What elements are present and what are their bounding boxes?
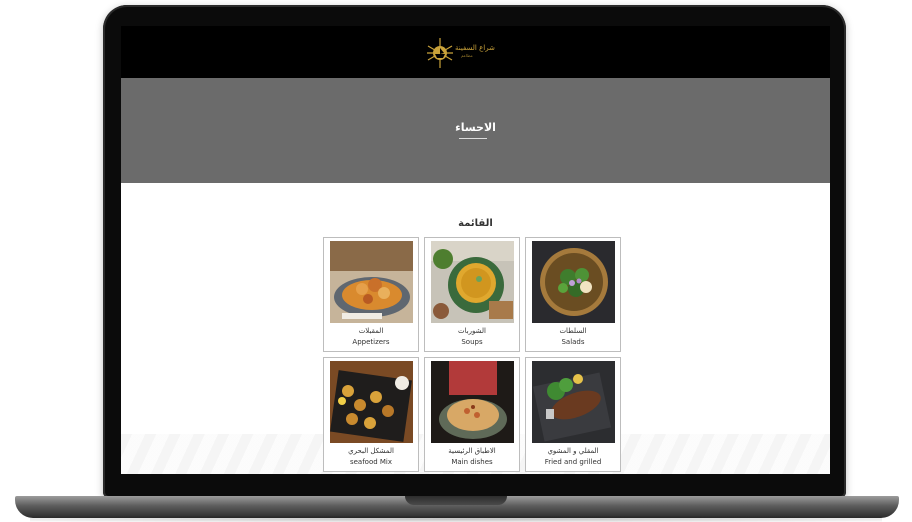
- menu-card-fried-grilled[interactable]: المقلي و المشوي Fried and grilled: [525, 357, 621, 472]
- card-label-en: Soups: [461, 338, 483, 346]
- card-label-ar: المقبلات: [358, 327, 384, 335]
- title-underline: [459, 138, 487, 139]
- card-label-ar: المشكل البحري: [348, 447, 394, 455]
- appetizers-photo: [330, 241, 413, 323]
- menu-card-seafood-mix[interactable]: المشكل البحري seafood Mix: [323, 357, 419, 472]
- card-label-ar: السلطات: [559, 327, 587, 335]
- soup-photo: [431, 241, 514, 323]
- hero-banner: الاحساء: [121, 78, 830, 183]
- site-logo[interactable]: شراع السفينة مطاعم: [425, 36, 525, 70]
- menu-card-salads[interactable]: السلطات Salads: [525, 237, 621, 352]
- menu-heading: القائمة: [458, 218, 493, 229]
- site-header: شراع السفينة مطاعم: [121, 26, 830, 78]
- page-title: الاحساء: [455, 121, 496, 134]
- laptop-notch: [405, 496, 507, 505]
- laptop-screen: شراع السفينة مطاعم الاحساء القائمة السلط…: [121, 26, 830, 474]
- card-label-en: Main dishes: [451, 458, 493, 466]
- laptop-shadow: [30, 516, 882, 522]
- logo-subtext: مطاعم: [461, 53, 473, 58]
- menu-card-appetizers[interactable]: المقبلات Appetizers: [323, 237, 419, 352]
- card-label-en: seafood Mix: [349, 458, 393, 466]
- card-label-ar: الشوربات: [458, 327, 486, 335]
- grilled-fish-photo: [532, 361, 615, 443]
- card-label-en: Fried and grilled: [544, 458, 602, 466]
- salad-photo: [532, 241, 615, 323]
- card-label-en: Appetizers: [352, 338, 390, 346]
- rice-dish-photo: [431, 361, 514, 443]
- seafood-mix-photo: [330, 361, 413, 443]
- card-label-en: Salads: [561, 338, 585, 346]
- menu-card-soups[interactable]: الشوربات Soups: [424, 237, 520, 352]
- card-label-ar: المقلي و المشوي: [547, 447, 599, 455]
- menu-card-main-dishes[interactable]: الاطباق الرئيسية Main dishes: [424, 357, 520, 472]
- logo-text: شراع السفينة: [455, 44, 495, 52]
- ship-logo-icon: [427, 38, 453, 68]
- card-label-ar: الاطباق الرئيسية: [448, 447, 496, 455]
